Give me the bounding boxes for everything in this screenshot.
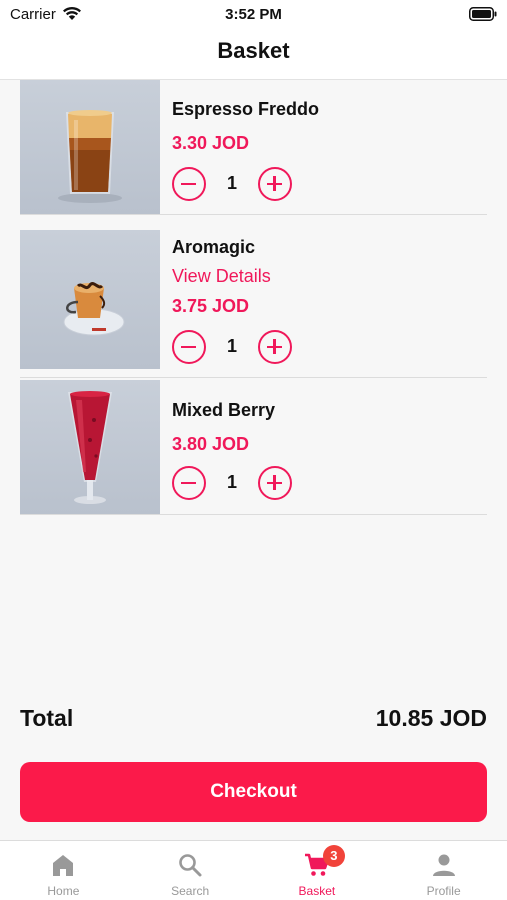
clock: 3:52 PM	[225, 6, 282, 23]
search-icon	[176, 851, 204, 879]
view-details-link[interactable]: View Details	[172, 266, 271, 287]
product-image[interactable]	[20, 230, 160, 369]
basket-item-mixed-berry[interactable]: Mixed Berry 3.80 JOD 1	[20, 380, 487, 515]
checkout-button[interactable]: Checkout	[20, 762, 487, 822]
quantity-stepper: 1	[172, 466, 312, 500]
page-title: Basket	[217, 38, 290, 63]
tab-profile[interactable]: Profile	[380, 841, 507, 900]
plus-icon-vertical	[273, 176, 276, 191]
tab-home[interactable]: Home	[0, 841, 127, 900]
quantity-value: 1	[226, 336, 237, 356]
battery-icon	[469, 7, 497, 26]
increase-quantity-button[interactable]	[258, 167, 292, 201]
quantity-stepper: 1	[172, 330, 312, 364]
tab-search[interactable]: Search	[127, 841, 254, 900]
item-name: Aromagic	[172, 237, 256, 257]
tab-label: Home	[47, 884, 80, 898]
quantity-stepper: 1	[172, 167, 312, 201]
quantity-value: 1	[226, 173, 237, 193]
tab-basket[interactable]: 3 Basket	[254, 841, 381, 900]
profile-icon	[430, 851, 458, 879]
minus-icon	[181, 182, 196, 185]
plus-icon-vertical	[273, 475, 276, 490]
quantity-value: 1	[226, 472, 237, 492]
item-name: Espresso Freddo	[172, 99, 320, 119]
decrease-quantity-button[interactable]	[172, 330, 206, 364]
minus-icon	[181, 481, 196, 484]
item-price: 3.80 JOD	[172, 434, 250, 454]
item-price: 3.75 JOD	[172, 296, 250, 316]
decrease-quantity-button[interactable]	[172, 167, 206, 201]
basket-item-espresso-freddo[interactable]: Espresso Freddo 3.30 JOD 1	[20, 80, 487, 215]
tab-label: Profile	[426, 884, 461, 898]
total-value: 10.85 JOD	[375, 705, 487, 731]
status-bar: Carrier 3:52 PM	[0, 0, 507, 28]
tab-bar: Home Search 3 Basket Profile	[0, 840, 507, 900]
product-image[interactable]	[20, 380, 160, 514]
increase-quantity-button[interactable]	[258, 330, 292, 364]
decrease-quantity-button[interactable]	[172, 466, 206, 500]
basket-item-aromagic[interactable]: Aromagic View Details 3.75 JOD 1	[20, 230, 487, 378]
minus-icon	[181, 345, 196, 348]
total-label: Total	[20, 705, 74, 731]
product-image[interactable]	[20, 80, 160, 214]
item-price: 3.30 JOD	[172, 133, 250, 153]
navigation-bar: Basket	[0, 28, 507, 80]
tab-label: Search	[171, 884, 210, 898]
home-icon	[49, 851, 77, 879]
tab-label: Basket	[298, 884, 336, 898]
cart-count-badge: 3	[322, 845, 345, 867]
increase-quantity-button[interactable]	[258, 466, 292, 500]
plus-icon-vertical	[273, 339, 276, 354]
item-name: Mixed Berry	[172, 400, 276, 420]
